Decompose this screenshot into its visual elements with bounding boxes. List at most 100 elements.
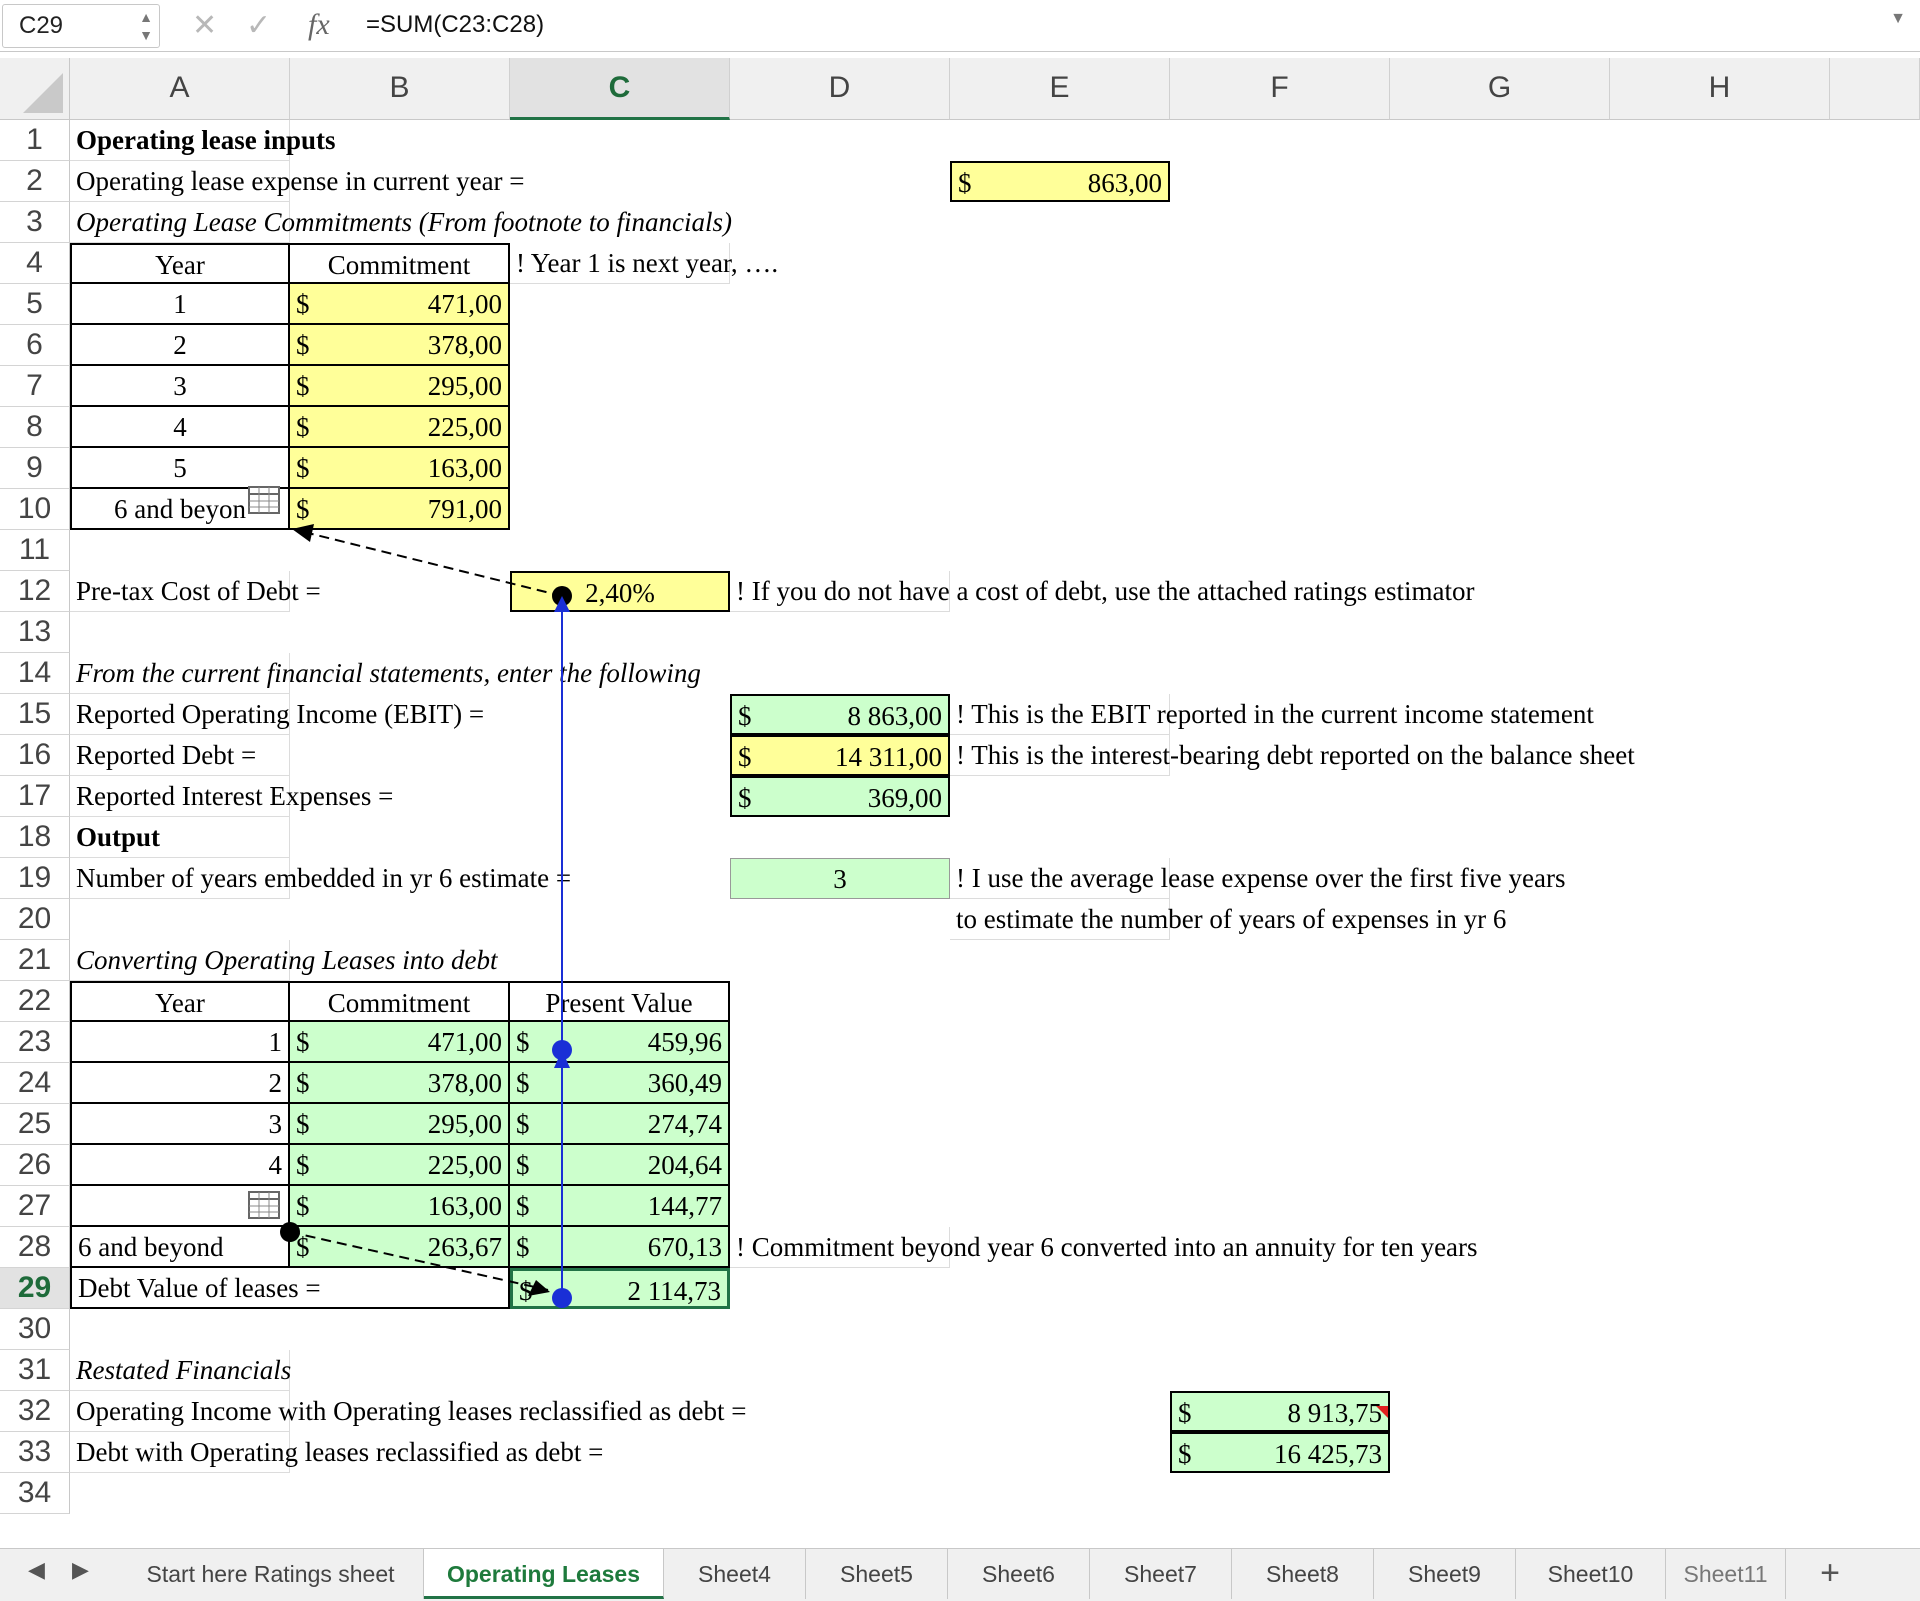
cell-a16[interactable]: Reported Debt =	[70, 735, 290, 776]
cell-b6[interactable]: $378,00	[290, 325, 510, 366]
cell-d12[interactable]: ! If you do not have a cost of debt, use…	[730, 571, 1475, 612]
select-all-corner[interactable]	[0, 58, 70, 120]
formula-input[interactable]: =SUM(C23:C28)	[366, 4, 544, 46]
cell-a19[interactable]: Number of years embedded in yr 6 estimat…	[70, 858, 571, 899]
cell-a3[interactable]: Operating Lease Commitments (From footno…	[70, 202, 732, 243]
cell-d15[interactable]: $8 863,00	[730, 694, 950, 735]
cell-a1[interactable]: Operating lease inputs	[70, 120, 336, 161]
cell-a14[interactable]: From the current financial statements, e…	[70, 653, 701, 694]
column-header-a[interactable]: A	[70, 58, 290, 120]
row-header-14[interactable]: 14	[0, 653, 70, 694]
cell-a7[interactable]: 3	[70, 366, 290, 407]
row-header-26[interactable]: 26	[0, 1145, 70, 1186]
cell-a25[interactable]: 3	[70, 1104, 290, 1145]
tab-scroll-left-icon[interactable]: ◀	[28, 1557, 45, 1583]
tab-sheet7[interactable]: Sheet7	[1090, 1549, 1232, 1599]
cell-d16[interactable]: $14 311,00	[730, 735, 950, 776]
row-header-32[interactable]: 32	[0, 1391, 70, 1432]
cell-c25[interactable]: $274,74	[510, 1104, 730, 1145]
cell-f33[interactable]: $16 425,73	[1170, 1432, 1390, 1473]
add-sheet-icon[interactable]: +	[1820, 1553, 1840, 1593]
name-box-stepper-icon[interactable]: ▲ ▼	[139, 8, 153, 44]
cell-a2[interactable]: Operating lease expense in current year …	[70, 161, 525, 202]
column-header-c[interactable]: C	[510, 58, 730, 120]
cell-a6[interactable]: 2	[70, 325, 290, 366]
row-header-34[interactable]: 34	[0, 1473, 70, 1514]
cell-a28[interactable]: 6 and beyond	[70, 1227, 290, 1268]
tab-sheet8[interactable]: Sheet8	[1232, 1549, 1374, 1599]
cell-a12[interactable]: Pre-tax Cost of Debt =	[70, 571, 321, 612]
row-header-30[interactable]: 30	[0, 1309, 70, 1350]
spreadsheet-grid[interactable]: A B C D E F G H 1 Operating lease inputs…	[0, 58, 1920, 1514]
cell-c12[interactable]: 2,40%	[510, 571, 730, 612]
tab-start-here-ratings-sheet[interactable]: Start here Ratings sheet	[118, 1549, 424, 1599]
row-header-8[interactable]: 8	[0, 407, 70, 448]
tab-sheet6[interactable]: Sheet6	[948, 1549, 1090, 1599]
row-header-2[interactable]: 2	[0, 161, 70, 202]
cell-a15[interactable]: Reported Operating Income (EBIT) =	[70, 694, 484, 735]
cell-b26[interactable]: $225,00	[290, 1145, 510, 1186]
cell-a23[interactable]: 1	[70, 1022, 290, 1063]
cell-c29[interactable]: $2 114,73	[510, 1268, 730, 1309]
column-header-e[interactable]: E	[950, 58, 1170, 120]
cell-b8[interactable]: $225,00	[290, 407, 510, 448]
name-box[interactable]: C29 ▲ ▼	[2, 4, 160, 48]
cell-b7[interactable]: $295,00	[290, 366, 510, 407]
row-header-13[interactable]: 13	[0, 612, 70, 653]
row-header-23[interactable]: 23	[0, 1022, 70, 1063]
column-header-g[interactable]: G	[1390, 58, 1610, 120]
cell-b10[interactable]: $791,00	[290, 489, 510, 530]
cell-c27[interactable]: $144,77	[510, 1186, 730, 1227]
cell-c23[interactable]: $459,96	[510, 1022, 730, 1063]
cell-e20[interactable]: to estimate the number of years of expen…	[950, 899, 1506, 940]
cell-a24[interactable]: 2	[70, 1063, 290, 1104]
cell-a5[interactable]: 1	[70, 284, 290, 325]
row-header-28[interactable]: 28	[0, 1227, 70, 1268]
cell-c26[interactable]: $204,64	[510, 1145, 730, 1186]
column-header-b[interactable]: B	[290, 58, 510, 120]
cell-e16[interactable]: ! This is the interest-bearing debt repo…	[950, 735, 1635, 776]
row-header-24[interactable]: 24	[0, 1063, 70, 1104]
column-header-d[interactable]: D	[730, 58, 950, 120]
row-header-19[interactable]: 19	[0, 858, 70, 899]
cell-a33[interactable]: Debt with Operating leases reclassified …	[70, 1432, 603, 1473]
cell-b23[interactable]: $471,00	[290, 1022, 510, 1063]
column-header-f[interactable]: F	[1170, 58, 1390, 120]
cell-a18[interactable]: Output	[70, 817, 290, 858]
row-header-27[interactable]: 27	[0, 1186, 70, 1227]
cell-b27[interactable]: $163,00	[290, 1186, 510, 1227]
cell-d17[interactable]: $369,00	[730, 776, 950, 817]
cell-e19[interactable]: ! I use the average lease expense over t…	[950, 858, 1565, 899]
tab-sheet9[interactable]: Sheet9	[1374, 1549, 1516, 1599]
row-header-9[interactable]: 9	[0, 448, 70, 489]
cell-b28[interactable]: $263,67	[290, 1227, 510, 1268]
column-header-h[interactable]: H	[1610, 58, 1830, 120]
row-header-1[interactable]: 1	[0, 120, 70, 161]
cancel-x-icon[interactable]: ✕	[192, 6, 217, 46]
tab-sheet10[interactable]: Sheet10	[1516, 1549, 1666, 1599]
cell-b25[interactable]: $295,00	[290, 1104, 510, 1145]
cell-d28[interactable]: ! Commitment beyond year 6 converted int…	[730, 1227, 1478, 1268]
fx-icon[interactable]: fx	[308, 4, 330, 46]
cell-b5[interactable]: $471,00	[290, 284, 510, 325]
cell-c24[interactable]: $360,49	[510, 1063, 730, 1104]
cell-e2[interactable]: $ 863,00	[950, 161, 1170, 202]
cell-b22[interactable]: Commitment	[290, 981, 510, 1022]
row-header-17[interactable]: 17	[0, 776, 70, 817]
table-icon[interactable]	[248, 1191, 280, 1219]
cell-a21[interactable]: Converting Operating Leases into debt	[70, 940, 497, 981]
row-header-11[interactable]: 11	[0, 530, 70, 571]
cell-c28[interactable]: $670,13	[510, 1227, 730, 1268]
cell-f32[interactable]: $8 913,75	[1170, 1391, 1390, 1432]
row-header-33[interactable]: 33	[0, 1432, 70, 1473]
tab-sheet5[interactable]: Sheet5	[806, 1549, 948, 1599]
cell-a9[interactable]: 5	[70, 448, 290, 489]
row-header-12[interactable]: 12	[0, 571, 70, 612]
row-header-22[interactable]: 22	[0, 981, 70, 1022]
tab-sheet11[interactable]: Sheet11	[1666, 1549, 1786, 1599]
tab-operating-leases[interactable]: Operating Leases	[424, 1549, 664, 1599]
cell-b9[interactable]: $163,00	[290, 448, 510, 489]
row-header-29[interactable]: 29	[0, 1268, 70, 1309]
cell-b24[interactable]: $378,00	[290, 1063, 510, 1104]
chevron-down-icon[interactable]: ▼	[1890, 10, 1906, 28]
